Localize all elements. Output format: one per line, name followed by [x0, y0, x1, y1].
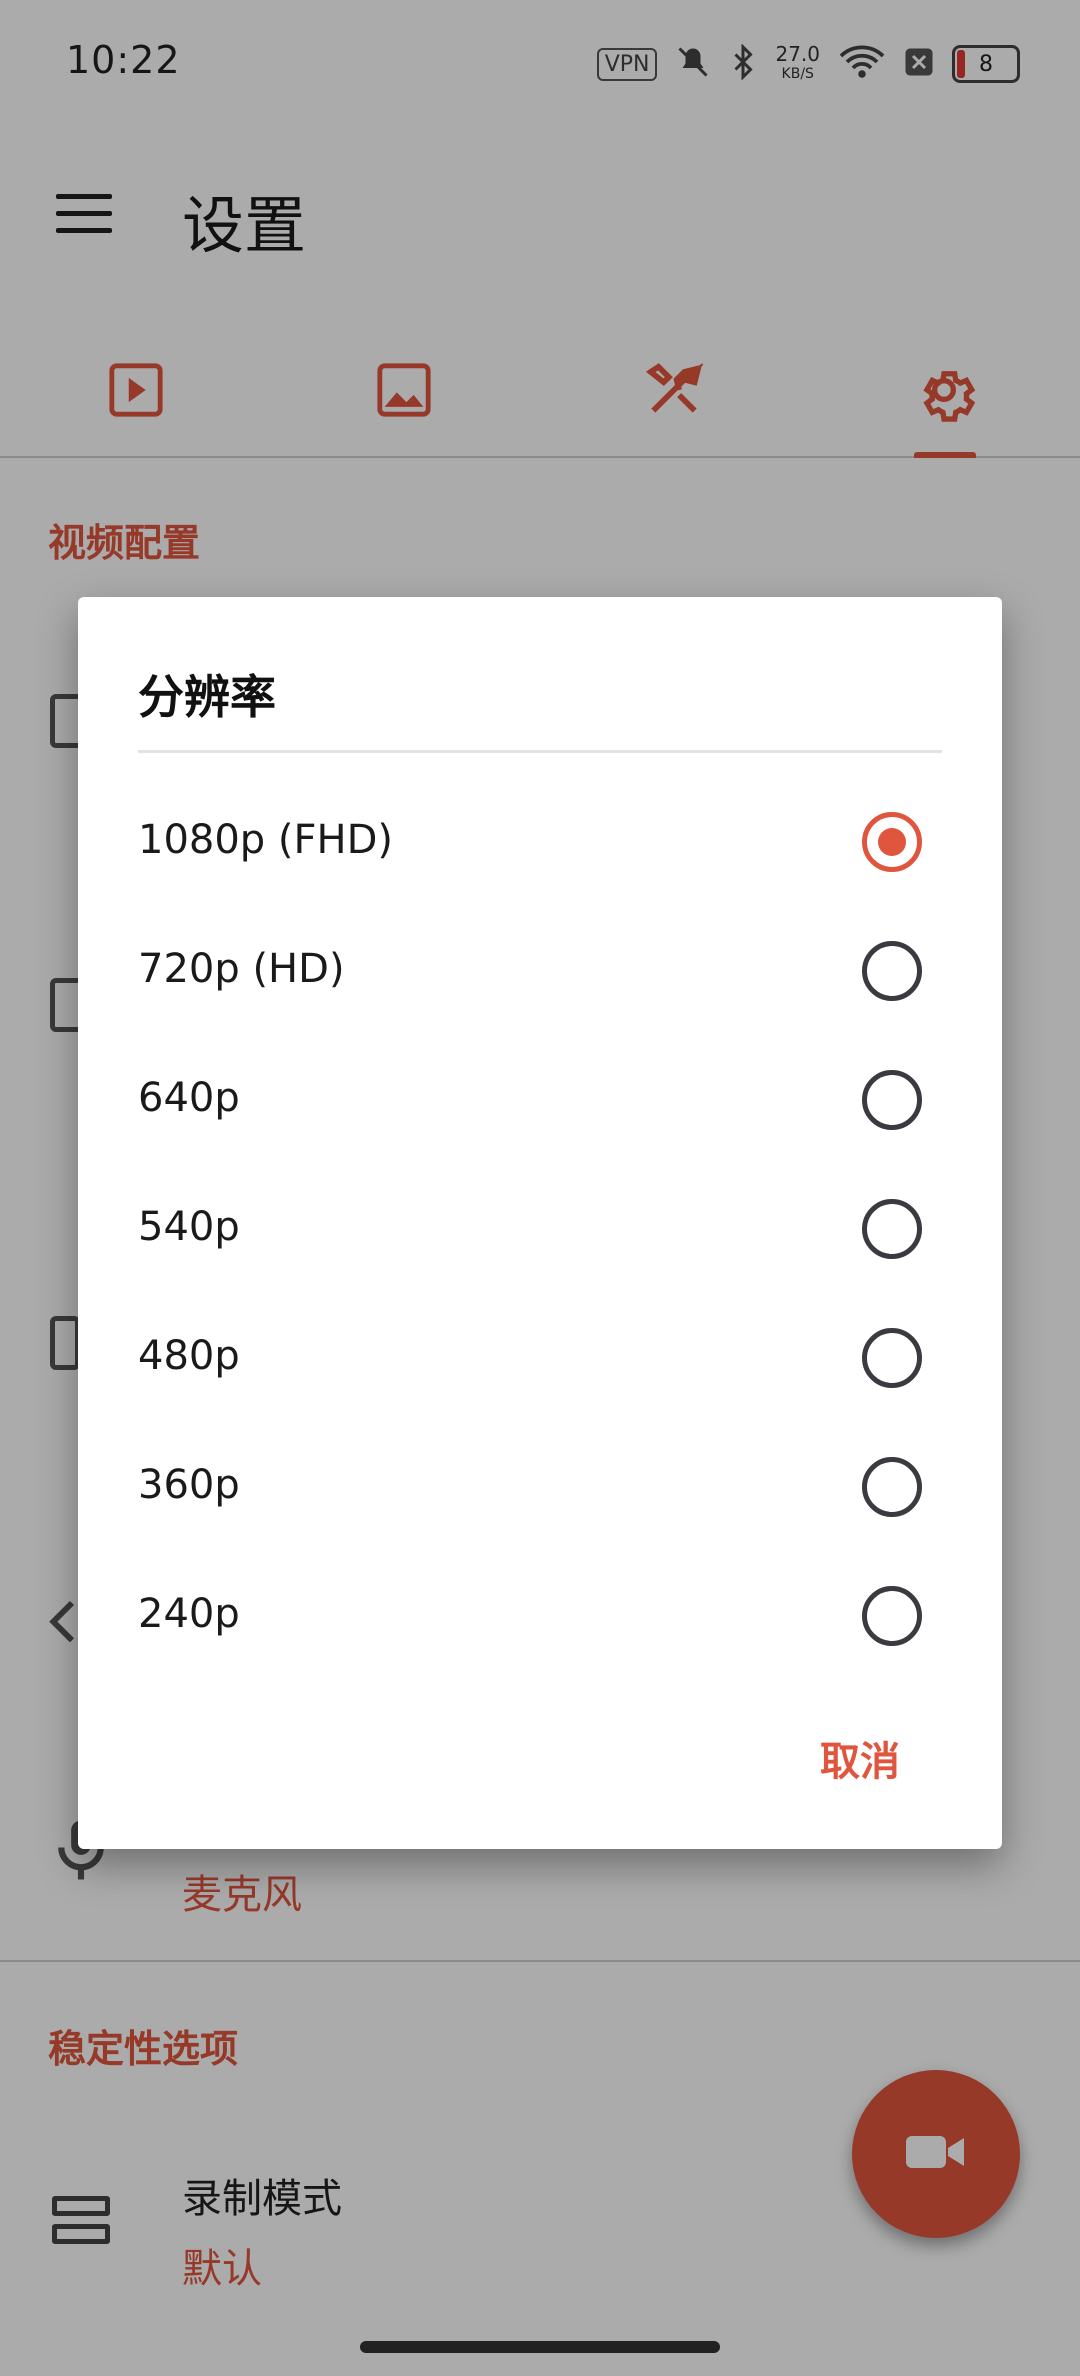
radio-button[interactable] [862, 1457, 922, 1517]
dialog-title: 分辨率 [138, 670, 276, 724]
option-360p[interactable]: 360p [78, 1424, 1002, 1553]
radio-button[interactable] [862, 1199, 922, 1259]
option-label: 480p [138, 1333, 240, 1379]
option-1080p[interactable]: 1080p (FHD) [78, 779, 1002, 908]
dialog-divider [138, 750, 942, 753]
option-label: 240p [138, 1591, 240, 1637]
cancel-button[interactable]: 取消 [820, 1729, 900, 1787]
radio-button[interactable] [862, 1328, 922, 1388]
option-240p[interactable]: 240p [78, 1553, 1002, 1682]
option-label: 540p [138, 1204, 240, 1250]
option-480p[interactable]: 480p [78, 1295, 1002, 1424]
radio-button[interactable] [862, 1586, 922, 1646]
option-label: 1080p (FHD) [138, 817, 393, 863]
option-label: 640p [138, 1075, 240, 1121]
home-indicator[interactable] [360, 2341, 720, 2353]
option-720p[interactable]: 720p (HD) [78, 908, 1002, 1037]
radio-button[interactable] [862, 1070, 922, 1130]
option-540p[interactable]: 540p [78, 1166, 1002, 1295]
resolution-options: 1080p (FHD) 720p (HD) 640p 540p 480p 360… [78, 779, 1002, 1682]
radio-button[interactable] [862, 941, 922, 1001]
resolution-dialog: 分辨率 1080p (FHD) 720p (HD) 640p 540p 480p [78, 597, 1002, 1849]
settings-screen: 10:22 VPN 27.0 KB/S 8 设置 视频配置 麦克风 稳定性选项 … [0, 0, 1080, 2376]
option-label: 720p (HD) [138, 946, 345, 992]
option-label: 360p [138, 1462, 240, 1508]
option-640p[interactable]: 640p [78, 1037, 1002, 1166]
radio-button-selected[interactable] [862, 812, 922, 872]
